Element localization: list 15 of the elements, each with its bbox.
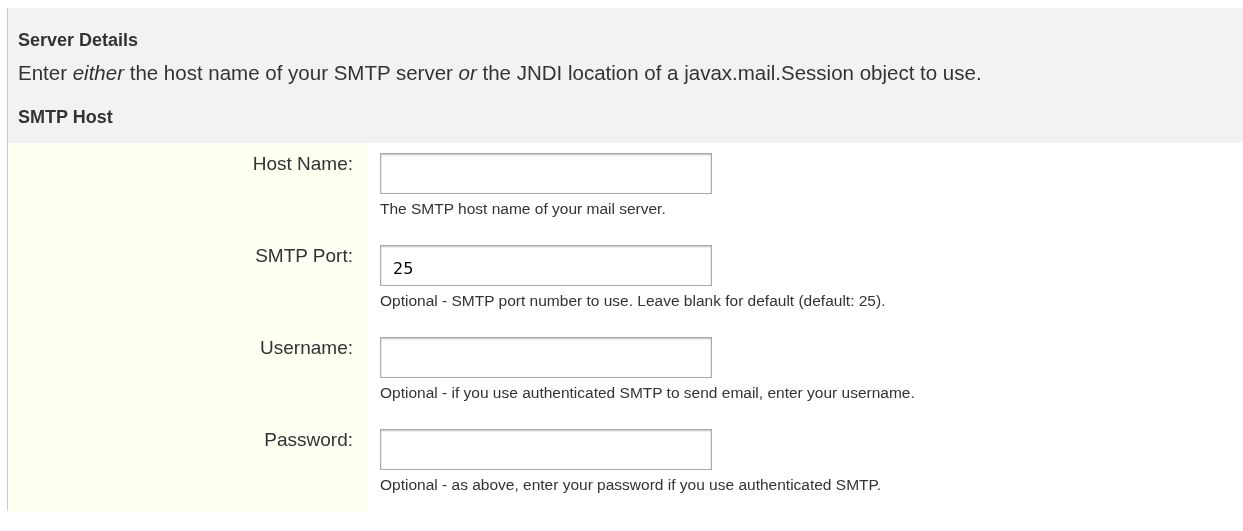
field-label: SMTP Port: (255, 244, 353, 267)
input-field[interactable] (380, 152, 712, 194)
input-field[interactable] (380, 336, 712, 378)
help-text: Optional - SMTP port number to use. Leave blank for default (default: 25). (380, 291, 886, 310)
help-text: Optional - as above, enter your password if you use authenticated SMTP. (380, 475, 882, 494)
field-label: Username: (260, 336, 353, 359)
help-text: The SMTP host name of your mail server. (380, 199, 666, 218)
input-field[interactable] (380, 428, 712, 470)
section-title: Server Details (18, 30, 139, 52)
field-label: Host Name: (252, 152, 353, 175)
help-text: Optional - if you use authenticated SMTP to send email, enter your username. (380, 383, 915, 402)
section-description: Enter either the host name of your SMTP server or the JNDI location of a javax.mail.Session object to use. (18, 60, 982, 86)
input-field[interactable]: 25 (380, 244, 712, 286)
field-label: Password: (264, 428, 353, 451)
subsection-title: SMTP Host (18, 107, 113, 129)
